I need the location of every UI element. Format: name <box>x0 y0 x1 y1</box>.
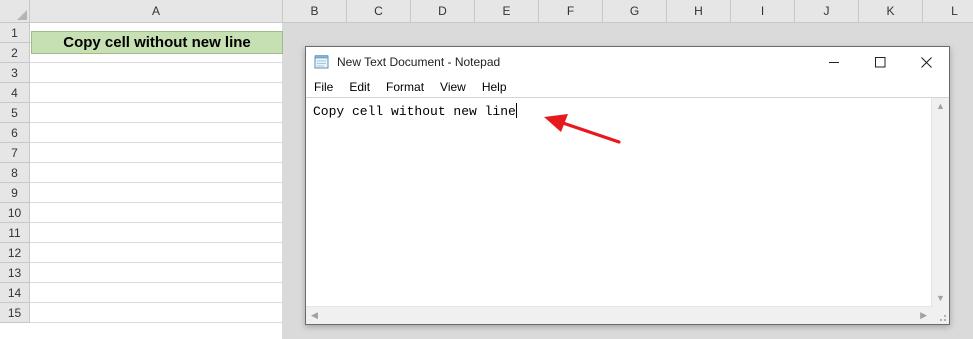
red-arrow-annotation <box>544 114 621 144</box>
